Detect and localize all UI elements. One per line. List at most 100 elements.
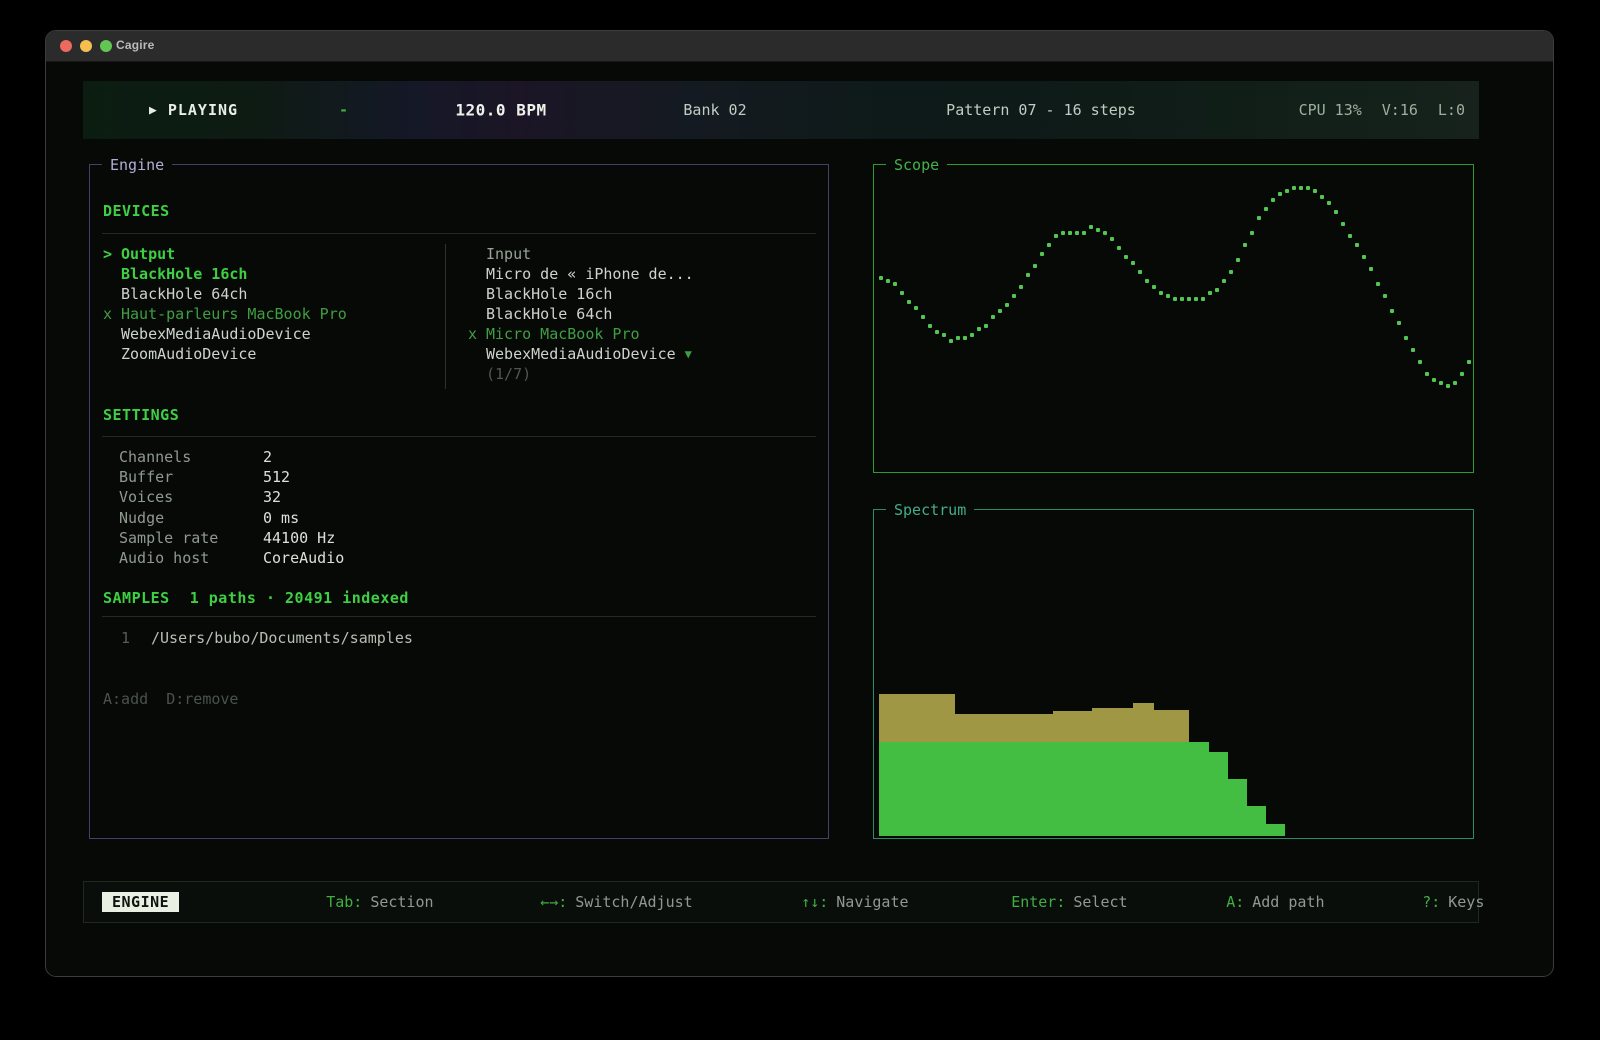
setting-row[interactable]: Buffer 512	[119, 467, 290, 487]
scope-dot	[1075, 231, 1079, 235]
app-window: Cagire ▶ PLAYING - 120.0 BPM Bank 02 Pat…	[45, 30, 1554, 977]
scope-dot	[1026, 273, 1030, 277]
scope-dot	[970, 333, 974, 337]
scope-dot	[1383, 294, 1387, 298]
minimize-button[interactable]	[80, 40, 92, 52]
scope-dot	[942, 333, 946, 337]
close-button[interactable]	[60, 40, 72, 52]
system-stats: CPU 13% V:16 L:0	[1299, 101, 1465, 119]
settings-heading: SETTINGS	[103, 406, 179, 424]
key-left-right-icon: ←→:	[540, 893, 567, 911]
setting-row[interactable]: Audio host CoreAudio	[119, 548, 344, 568]
setting-row[interactable]: Voices 32	[119, 487, 281, 507]
scope-dot	[956, 336, 960, 340]
separator	[102, 616, 816, 617]
scope-dot	[1453, 381, 1457, 385]
scope-dot	[879, 276, 883, 280]
separator	[102, 436, 816, 437]
separator	[102, 233, 816, 234]
scope-dot	[1124, 255, 1128, 259]
output-device-item[interactable]: ZoomAudioDevice	[103, 344, 256, 364]
setting-row[interactable]: Nudge 0 ms	[119, 508, 299, 528]
scope-dot	[1194, 297, 1198, 301]
spectrum-bar-olive	[1154, 710, 1189, 742]
key-up-down-icon: ↑↓:	[801, 893, 828, 911]
traffic-lights	[60, 40, 112, 52]
scope-dot	[984, 324, 988, 328]
scope-dot	[1313, 189, 1317, 193]
scope-dot	[1187, 297, 1191, 301]
keyhint-section: Tab:Section	[272, 875, 434, 929]
scope-dot	[1180, 297, 1184, 301]
output-device-item[interactable]: x Haut-parleurs MacBook Pro	[103, 304, 347, 324]
keyhint-add-path: A:Add path	[1172, 875, 1325, 929]
scope-dot	[1159, 291, 1163, 295]
input-device-item[interactable]: BlackHole 64ch	[468, 304, 612, 324]
output-device-item[interactable]: BlackHole 16ch	[103, 264, 247, 284]
scope-dot	[1292, 186, 1296, 190]
transport-bar: ▶ PLAYING - 120.0 BPM Bank 02 Pattern 07…	[83, 81, 1479, 139]
setting-row[interactable]: Channels 2	[119, 447, 272, 467]
sample-path-row[interactable]: 1 /Users/bubo/Documents/samples	[121, 628, 413, 648]
input-device-item[interactable]: Micro de « iPhone de...	[468, 264, 694, 284]
scope-dot	[1264, 207, 1268, 211]
scope-dot	[1432, 378, 1436, 382]
output-column-header[interactable]: > Output	[103, 244, 175, 264]
bpm-display[interactable]: 120.0 BPM	[455, 101, 546, 120]
scope-dot	[1467, 360, 1471, 364]
scope-dot	[1285, 189, 1289, 193]
scope-dot	[1397, 321, 1401, 325]
scope-dot	[1236, 258, 1240, 262]
input-device-item[interactable]: BlackHole 16ch	[468, 284, 612, 304]
spectrum-bar-green	[1092, 742, 1133, 836]
scope-dot	[998, 309, 1002, 313]
voice-count: V:16	[1382, 101, 1418, 119]
scope-dot	[1054, 234, 1058, 238]
cpu-usage: CPU 13%	[1299, 101, 1362, 119]
samples-heading-row: SAMPLES 1 paths · 20491 indexed	[103, 588, 409, 608]
scope-dot	[1334, 210, 1338, 214]
zoom-button[interactable]	[100, 40, 112, 52]
scope-dot	[1033, 264, 1037, 268]
key-a: A:	[1226, 893, 1244, 911]
input-pager: (1/7)	[468, 364, 531, 384]
scope-dot	[1278, 192, 1282, 196]
scope-dot	[1376, 282, 1380, 286]
scope-dot	[1019, 285, 1023, 289]
scope-dot	[949, 339, 953, 343]
scope-dot	[1446, 384, 1450, 388]
scope-dot	[1229, 270, 1233, 274]
scope-dot	[886, 279, 890, 283]
scope-dot	[1173, 297, 1177, 301]
dropdown-icon[interactable]: ▼	[685, 344, 692, 364]
scope-dot	[1439, 381, 1443, 385]
status-bar: ENGINE Tab:Section ←→:Switch/Adjust ↑↓:N…	[83, 881, 1479, 923]
scope-dot	[1341, 222, 1345, 226]
titlebar[interactable]: Cagire	[46, 31, 1553, 62]
samples-heading: SAMPLES	[103, 588, 170, 608]
scope-dot	[928, 324, 932, 328]
output-device-item[interactable]: BlackHole 64ch	[103, 284, 247, 304]
pattern-display[interactable]: Pattern 07 - 16 steps	[946, 101, 1136, 119]
setting-row[interactable]: Sample rate 44100 Hz	[119, 528, 335, 548]
input-column-header[interactable]: Input	[468, 244, 531, 264]
spectrum-bar-green	[1247, 806, 1266, 836]
scope-dot	[1460, 372, 1464, 376]
scope-dot	[1166, 294, 1170, 298]
scope-dot	[1243, 243, 1247, 247]
transport-status-label: PLAYING	[168, 101, 238, 119]
devices-heading: DEVICES	[103, 202, 170, 220]
input-device-item[interactable]: WebexMediaAudioDevice ▼	[468, 344, 692, 364]
keyhint-keys: ?:Keys	[1368, 875, 1484, 929]
output-device-item[interactable]: WebexMediaAudioDevice	[103, 324, 311, 344]
keyhint-select: Enter:Select	[957, 875, 1128, 929]
scope-dot	[977, 327, 981, 331]
scope-dot	[1306, 186, 1310, 190]
scope-dot	[1348, 234, 1352, 238]
input-device-item[interactable]: x Micro MacBook Pro	[468, 324, 640, 344]
bank-display[interactable]: Bank 02	[683, 101, 746, 119]
scope-dot	[1418, 360, 1422, 364]
spectrum-bar-green	[879, 742, 955, 836]
scope-dot	[1089, 225, 1093, 229]
scope-waveform	[875, 166, 1472, 471]
